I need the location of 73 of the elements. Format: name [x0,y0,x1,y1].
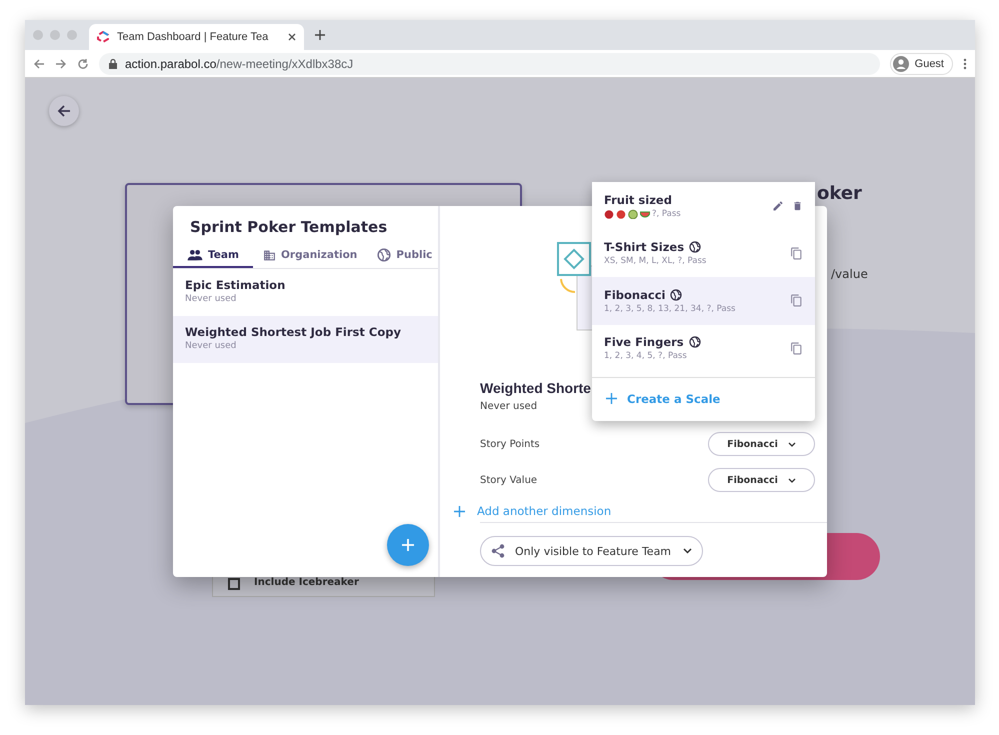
scale-values: ?, Pass [652,208,681,219]
avatar-icon [892,56,909,72]
tab[interactable]: Organization [253,244,368,268]
copy-icon [790,246,803,260]
globe-icon [377,248,392,262]
template-item[interactable]: Weighted Shortest Job First Copy Never used [173,316,438,363]
share-icon [491,544,505,558]
duplicate-button[interactable] [790,246,803,260]
template-name: Weighted Shortest Job First Copy [185,325,402,339]
globe-icon [670,288,682,301]
scale-values: 1, 2, 3, 4, 5, ?, Pass [604,351,687,362]
duplicate-button[interactable] [790,342,803,355]
apple-icon [616,208,626,219]
chevron-icon [788,442,796,446]
plus-icon [606,393,617,404]
globe-icon [688,336,701,348]
template-title: Weighted Shorte [480,380,592,396]
close-icon[interactable] [288,33,296,41]
back-arrow-icon[interactable] [33,58,45,70]
address-bar[interactable]: action.parabol.co/new-meeting/xXdlbx38cJ [99,52,880,74]
chevron-icon [683,548,692,554]
new-tab-icon[interactable] [314,29,326,41]
scale-name: T-Shirt Sizes [604,240,684,254]
checkbox-label: Include Icebreaker [254,577,359,588]
tab-title: Team Dashboard | Feature Tea [117,31,270,43]
scale-name: Fruit sized [604,192,672,207]
edit-button[interactable] [772,200,784,212]
chevron-icon [788,478,796,482]
strawberry-icon [604,208,614,219]
plus-icon [454,506,465,516]
back-button[interactable] [49,96,79,126]
template-meta: Never used [480,401,538,412]
lock-icon [109,58,117,68]
copy-icon [790,342,803,355]
add-template-button[interactable] [387,524,429,566]
scale-item[interactable]: T-Shirt Sizes XS, SM, M, L, XL, ?, Pass [592,230,815,277]
reload-icon[interactable] [77,58,89,70]
more-icon[interactable] [963,58,967,70]
scale-dropdown[interactable]: Fibonacci [708,468,815,492]
dimension-name: Story Points [480,438,540,450]
watermelon-icon [640,208,650,219]
delete-button[interactable] [792,200,803,212]
logo-icon [97,31,109,43]
plus-icon [402,539,414,551]
people-icon [187,249,204,261]
dialog-title: Sprint Poker Templates [189,217,388,238]
meeting-heading: oker [817,183,862,204]
tab[interactable]: Public [367,244,442,268]
building-icon [263,248,276,262]
url-text: action.parabol.co/new-meeting/xXdlbx38cJ [125,56,354,70]
sharing-dropdown[interactable]: Only visible to Feature Team [480,536,703,566]
template-meta: Never used [185,341,238,351]
forward-arrow-icon[interactable] [55,58,67,70]
globe-icon [689,241,702,254]
template-meta: Never used [185,294,238,304]
copy-icon [790,294,803,308]
scale-dropdown[interactable]: Fibonacci [708,432,815,456]
scale-item[interactable]: Fruit sized ?, Pass [592,182,815,230]
back-arrow-icon [57,104,71,118]
dimension-name: Story Value [480,474,538,486]
profile-button[interactable]: Guest [890,52,953,74]
scale-name: Fibonacci [604,288,666,302]
description-text: /value [831,267,868,281]
template-name: Epic Estimation [185,278,286,292]
pencil-icon [772,200,784,212]
duplicate-button[interactable] [790,294,803,308]
scale-values: XS, SM, M, L, XL, ?, Pass [604,256,706,266]
scale-item[interactable]: Five Fingers 1, 2, 3, 4, 5, ?, Pass [592,324,815,372]
browser-tab[interactable]: Team Dashboard | Feature Tea [89,24,304,50]
trash-icon [792,200,803,212]
kiwi-icon [628,208,638,219]
scale-values: 1, 2, 3, 5, 8, 13, 21, 34, ?, Pass [604,304,736,314]
scale-name: Five Fingers [604,335,684,350]
